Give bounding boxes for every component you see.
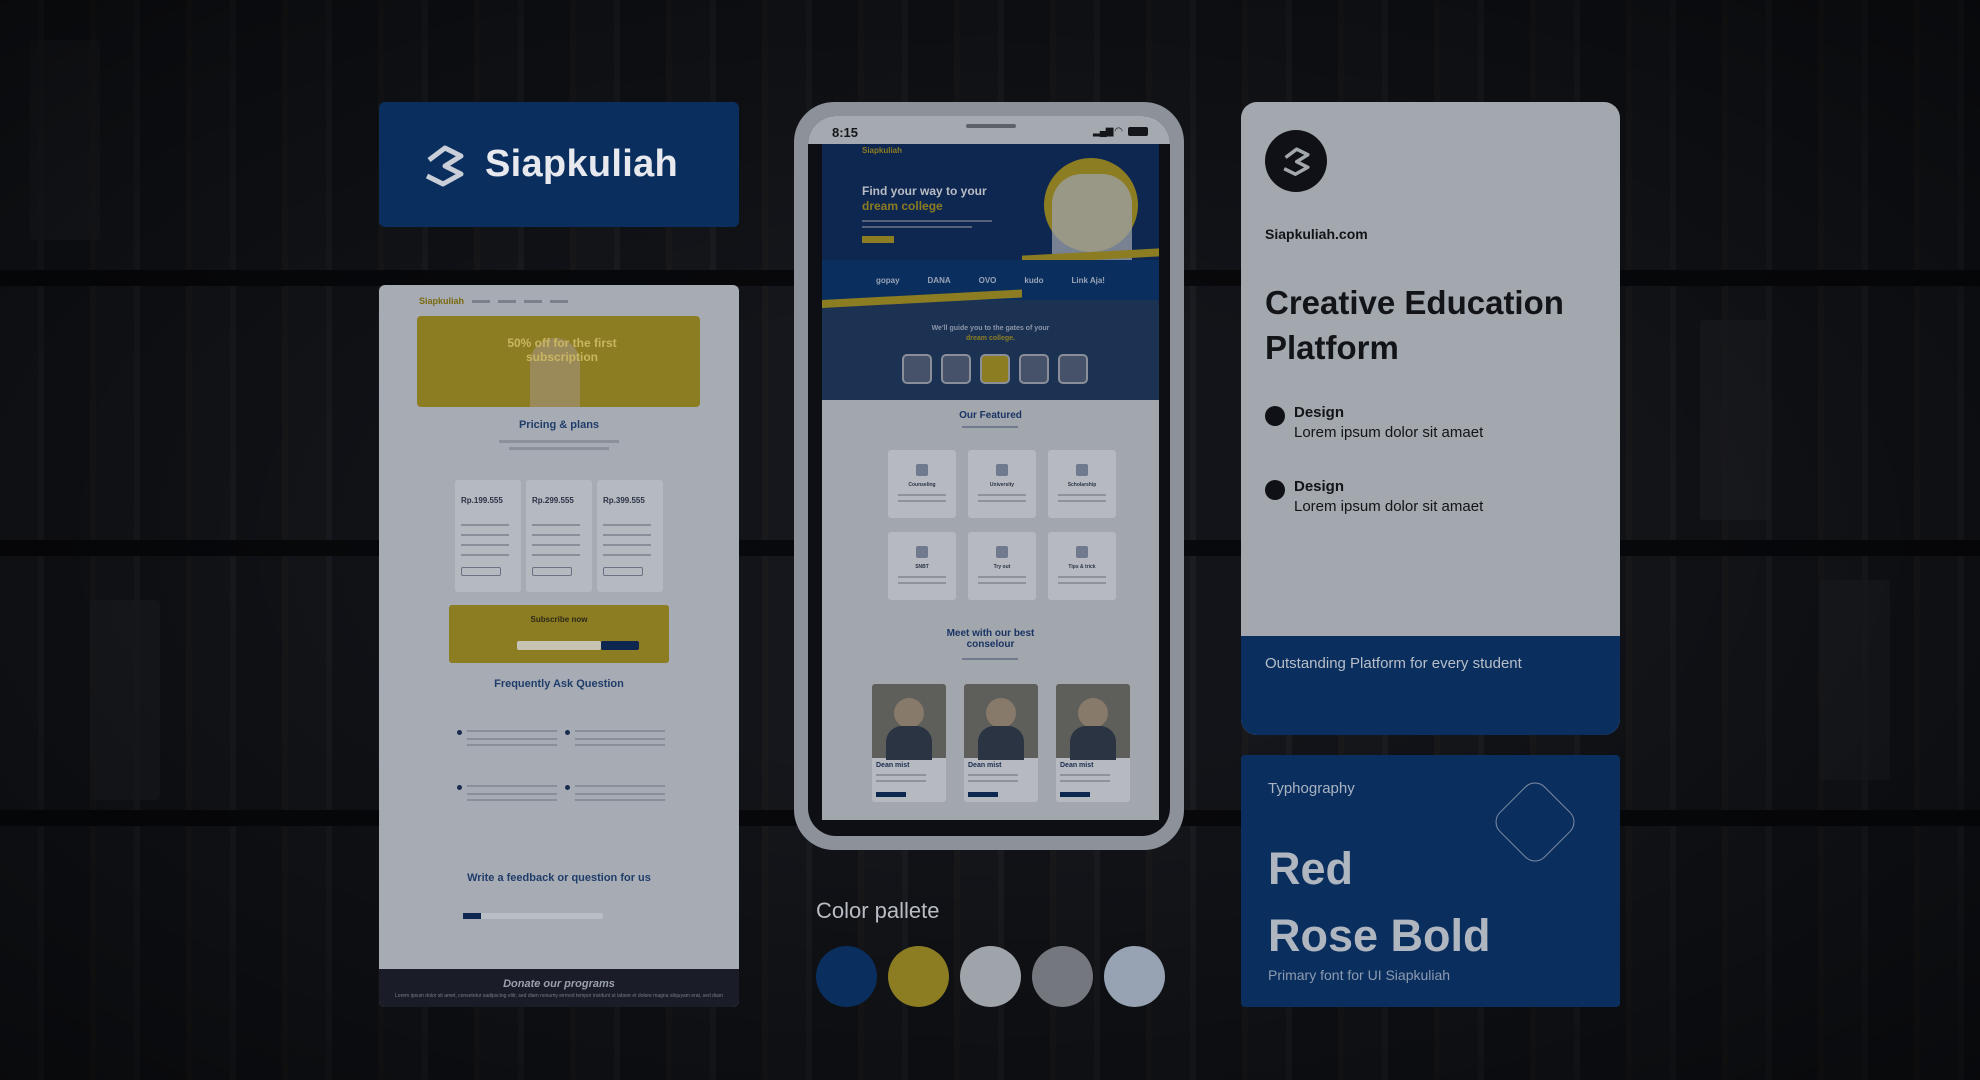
- mock-nav: Siapkuliah: [419, 295, 699, 307]
- plan-card: Rp.399.555: [597, 480, 663, 592]
- status-time: 8:15: [832, 125, 859, 140]
- plan-button[interactable]: [532, 567, 572, 576]
- color-swatches: [816, 946, 1165, 1007]
- swatch-gray: [1032, 946, 1093, 1007]
- university-badge-icon: [902, 354, 932, 384]
- counselor-button[interactable]: [968, 792, 998, 797]
- footer-title: Donate our programs: [503, 978, 615, 990]
- students-photo: [1052, 174, 1132, 260]
- siapkuliah-logo-icon: [425, 145, 464, 186]
- brand-domain: Siapkuliah.com: [1265, 226, 1368, 242]
- bullet-icon: [1265, 406, 1285, 426]
- hero-cta-button[interactable]: [862, 236, 894, 243]
- mock-footer: Donate our programs Lorem ipsum dolor si…: [379, 969, 739, 1007]
- phone-body: Our Featured Counseling University Schol…: [822, 400, 1159, 820]
- counselor-photo: [872, 684, 946, 760]
- mock-nav-brand: Siapkuliah: [419, 296, 465, 306]
- phone-mockup: 8:15 ▂▄▆ ◠ Siapkuliah Find your way to y…: [794, 102, 1184, 850]
- counselor-name: Dean mist: [876, 762, 910, 769]
- university-badge-icon: [1019, 354, 1049, 384]
- payment-logo: kudo: [1024, 275, 1044, 285]
- feature-card[interactable]: Scholarship: [1048, 450, 1116, 518]
- info-card-footer: Outstanding Platform for every student: [1241, 636, 1620, 735]
- counselor-button[interactable]: [876, 792, 906, 797]
- brand-name: Siapkuliah: [485, 143, 679, 185]
- university-section: We'll guide you to the gates of your drea…: [822, 289, 1159, 400]
- phone-screen: 8:15 ▂▄▆ ◠ Siapkuliah Find your way to y…: [808, 116, 1170, 836]
- payment-logo: Link Aja!: [1071, 275, 1105, 285]
- siapkuliah-logo-icon: [1283, 147, 1310, 176]
- feature-card[interactable]: Try out: [968, 532, 1036, 600]
- counselor-card[interactable]: Dean mist: [872, 684, 946, 802]
- guide-text: We'll guide you to the gates of your drea…: [931, 325, 1050, 342]
- phone-nav-brand: Siapkuliah: [862, 146, 903, 155]
- typography-card: Typhography Red Rose Bold Primary font fo…: [1241, 755, 1620, 1007]
- plan-card: Rp.199.555: [455, 480, 521, 592]
- university-badge-icon: [941, 354, 971, 384]
- brand-info-card: Siapkuliah.com Creative Education Platfo…: [1241, 102, 1620, 735]
- swatch-light-gray: [960, 946, 1021, 1007]
- feature-text: Lorem ipsum dolor sit amaet: [1294, 424, 1484, 441]
- feedback-input[interactable]: [463, 913, 603, 919]
- typography-label: Typhography: [1268, 780, 1355, 797]
- plan-card: Rp.299.555: [526, 480, 592, 592]
- pricing-title: Pricing & plans: [518, 419, 600, 431]
- payment-logo: DANA: [927, 275, 951, 285]
- subscribe-email-input[interactable]: [517, 641, 601, 650]
- logo-card: Siapkuliah: [379, 102, 739, 227]
- battery-icon: [1128, 127, 1148, 136]
- signal-wifi-icon: ▂▄▆ ◠: [1093, 126, 1123, 137]
- swatch-light-blue: [1104, 946, 1165, 1007]
- brand-avatar: [1265, 130, 1327, 192]
- plan-price: Rp.399.555: [603, 496, 645, 505]
- feature-card[interactable]: Counseling: [888, 450, 956, 518]
- counselor-button[interactable]: [1060, 792, 1090, 797]
- feature-card[interactable]: University: [968, 450, 1036, 518]
- plan-button[interactable]: [461, 567, 501, 576]
- swatch-navy: [816, 946, 877, 1007]
- university-badge-icon: [1058, 354, 1088, 384]
- plan-button[interactable]: [603, 567, 643, 576]
- counselor-title: Meet with our best conselour: [946, 628, 1035, 650]
- feature-text: Lorem ipsum dolor sit amaet: [1294, 498, 1484, 515]
- bullet-icon: [1265, 480, 1285, 500]
- info-title: Creative Education Platform: [1265, 284, 1564, 366]
- counselor-card[interactable]: Dean mist: [964, 684, 1038, 802]
- counselor-card[interactable]: Dean mist: [1056, 684, 1130, 802]
- counselor-name: Dean mist: [1060, 762, 1094, 769]
- swatch-gold: [888, 946, 949, 1007]
- payment-logo: gopay: [875, 275, 900, 285]
- font-name: Red Rose Bold: [1268, 843, 1491, 961]
- plan-price: Rp.199.555: [461, 496, 503, 505]
- feedback-title: Write a feedback or question for us: [467, 872, 651, 884]
- mock-promo-banner: 50% off for the first subscription: [417, 316, 700, 407]
- counselor-photo: [964, 684, 1038, 760]
- feature-card[interactable]: Tips & trick: [1048, 532, 1116, 600]
- university-badges: [902, 354, 1088, 384]
- promo-text: 50% off for the first subscription: [507, 336, 617, 364]
- info-footer-text: Outstanding Platform for every student: [1265, 655, 1522, 672]
- pricing-page-mockup: Siapkuliah 50% off for the first subscri…: [379, 285, 739, 1007]
- counselor-photo: [1056, 684, 1130, 760]
- subscribe-box: Subscribe now: [449, 605, 669, 663]
- footer-text: Lorem ipsum dolor sit amet, consetetur s…: [395, 993, 723, 999]
- feature-card[interactable]: SNBT: [888, 532, 956, 600]
- diamond-shape-icon: [1489, 776, 1581, 868]
- phone-hero: Siapkuliah Find your way to your dream co…: [822, 144, 1159, 264]
- faq-title: Frequently Ask Question: [494, 678, 624, 690]
- payment-logo: OVO: [978, 275, 997, 285]
- featured-title: Our Featured: [959, 410, 1022, 421]
- university-badge-icon: [980, 354, 1010, 384]
- status-bar: 8:15 ▂▄▆ ◠: [808, 116, 1170, 144]
- feature-heading: Design: [1294, 478, 1345, 495]
- hero-heading: Find your way to your dream college: [862, 184, 987, 213]
- subscribe-button[interactable]: [601, 641, 639, 650]
- font-caption: Primary font for UI Siapkuliah: [1268, 967, 1451, 983]
- plan-price: Rp.299.555: [532, 496, 574, 505]
- feature-heading: Design: [1294, 404, 1345, 421]
- palette-label: Color pallete: [816, 898, 940, 923]
- counselor-name: Dean mist: [968, 762, 1002, 769]
- subscribe-title: Subscribe now: [530, 615, 588, 624]
